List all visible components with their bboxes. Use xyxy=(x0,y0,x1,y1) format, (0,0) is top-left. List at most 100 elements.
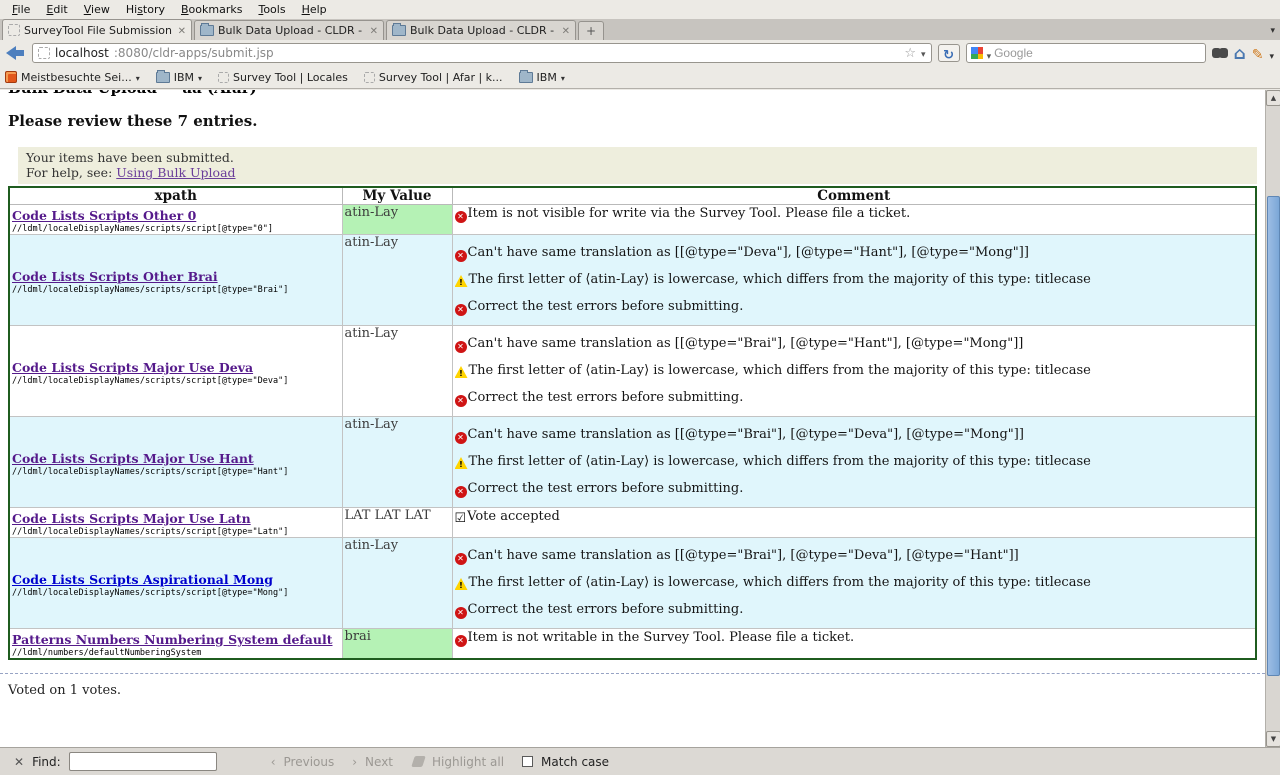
highlight-all-button[interactable]: Highlight all xyxy=(432,755,504,769)
xpath-link[interactable]: Code Lists Scripts Other Brai xyxy=(12,269,218,284)
tab-title: Bulk Data Upload - CLDR - Un... xyxy=(410,24,558,37)
url-host: localhost xyxy=(55,46,109,60)
tab-list-chevron-icon[interactable]: ▾ xyxy=(1270,26,1275,36)
binoculars-icon[interactable] xyxy=(1212,48,1228,58)
check-icon xyxy=(455,513,467,525)
highlighter-icon xyxy=(411,756,426,767)
comment-text: Can't have same translation as [[@type="… xyxy=(468,336,1024,351)
bookmarks-bar: Meistbesuchte Sei... IBM Survey Tool | Loc… xyxy=(0,66,1280,89)
comment-cell: Can't have same translation as [[@type="… xyxy=(452,326,1256,417)
xpath-path: //ldml/numbers/defaultNumberingSystem xyxy=(12,648,340,658)
tab-title: Bulk Data Upload - CLDR - Un... xyxy=(218,24,366,37)
menu-edit[interactable]: Edit xyxy=(38,0,75,19)
grid-icon xyxy=(5,71,17,83)
table-row: Code Lists Scripts Major Use Latn//ldml/… xyxy=(9,508,1256,538)
comment-line: Item is not writable in the Survey Tool.… xyxy=(455,629,1254,647)
bookmark-item-3[interactable]: Survey Tool | Locales xyxy=(218,71,348,84)
tab-close-icon[interactable] xyxy=(178,24,186,37)
comment-text: The first letter of ⟨atin-Lay⟩ is lowerc… xyxy=(469,575,1091,590)
bookmark-item-5[interactable]: IBM xyxy=(519,71,565,84)
clipped-heading: Bulk Data Upload — aa (Afar) xyxy=(8,90,1265,97)
url-path: :8080/cldr-apps/submit.jsp xyxy=(114,46,274,60)
toolbar-overflow-chevron-icon[interactable] xyxy=(1269,44,1274,63)
feed-icon[interactable] xyxy=(1252,44,1264,63)
menu-history[interactable]: History xyxy=(118,0,173,19)
bookmark-item-2[interactable]: IBM xyxy=(156,71,202,84)
xpath-cell: Code Lists Scripts Aspirational Mong//ld… xyxy=(9,538,342,629)
menu-file[interactable]: File xyxy=(4,0,38,19)
tab-favicon-page-icon xyxy=(392,25,406,36)
xpath-path: //ldml/localeDisplayNames/scripts/script… xyxy=(12,527,340,537)
menu-tools[interactable]: Tools xyxy=(250,0,293,19)
tab-3[interactable]: Bulk Data Upload - CLDR - Un... xyxy=(386,20,576,40)
comment-cell: Can't have same translation as [[@type="… xyxy=(452,235,1256,326)
table-row: Code Lists Scripts Other 0//ldml/localeD… xyxy=(9,205,1256,235)
xpath-cell: Code Lists Scripts Major Use Hant//ldml/… xyxy=(9,417,342,508)
xpath-link[interactable]: Code Lists Scripts Other 0 xyxy=(12,208,196,223)
page-favicon xyxy=(38,47,50,59)
next-chevron-icon: › xyxy=(352,755,357,769)
comment-line: Correct the test errors before submittin… xyxy=(455,298,1254,316)
vertical-scrollbar[interactable]: ▲ ▼ xyxy=(1265,90,1280,747)
scrollbar-thumb[interactable] xyxy=(1267,196,1280,676)
bookmark-label: Survey Tool | Afar | k... xyxy=(379,71,503,84)
find-next-button[interactable]: Next xyxy=(365,755,393,769)
notice-line2: For help, see: Using Bulk Upload xyxy=(26,165,1249,180)
bookmark-star-icon[interactable] xyxy=(904,46,916,61)
dashed-icon xyxy=(364,72,375,83)
using-bulk-upload-link[interactable]: Using Bulk Upload xyxy=(116,165,235,180)
back-button[interactable] xyxy=(6,46,26,60)
new-tab-button[interactable]: + xyxy=(578,21,604,40)
column-header-my-value: My Value xyxy=(342,187,452,205)
comment-line: The first letter of ⟨atin-Lay⟩ is lowerc… xyxy=(455,453,1254,471)
find-close-icon[interactable] xyxy=(14,755,24,769)
table-row: Code Lists Scripts Major Use Deva//ldml/… xyxy=(9,326,1256,417)
scroll-down-icon[interactable]: ▼ xyxy=(1266,731,1280,747)
reload-button[interactable] xyxy=(938,44,960,62)
xpath-cell: Code Lists Scripts Other 0//ldml/localeD… xyxy=(9,205,342,235)
table-row: Code Lists Scripts Other Brai//ldml/loca… xyxy=(9,235,1256,326)
xpath-link[interactable]: Code Lists Scripts Major Use Latn xyxy=(12,511,251,526)
my-value-cell: atin-Lay xyxy=(342,326,452,417)
tab-2[interactable]: Bulk Data Upload - CLDR - Un... xyxy=(194,20,384,40)
urlbar-dropdown-icon[interactable] xyxy=(921,46,926,60)
xpath-link[interactable]: Code Lists Scripts Major Use Hant xyxy=(12,451,254,466)
column-header-comment: Comment xyxy=(452,187,1256,205)
xpath-link[interactable]: Patterns Numbers Numbering System defaul… xyxy=(12,632,333,647)
xpath-path: //ldml/localeDisplayNames/scripts/script… xyxy=(12,467,340,477)
tab-favicon-placeholder xyxy=(8,24,20,36)
url-bar[interactable]: localhost :8080/cldr-apps/submit.jsp xyxy=(32,43,932,63)
table-row: Code Lists Scripts Major Use Hant//ldml/… xyxy=(9,417,1256,508)
menu-help[interactable]: Help xyxy=(294,0,335,19)
comment-line: The first letter of ⟨atin-Lay⟩ is lowerc… xyxy=(455,574,1254,592)
comment-line: Item is not visible for write via the Su… xyxy=(455,205,1254,223)
find-label: Find: xyxy=(32,755,61,769)
folder-icon xyxy=(519,72,533,83)
comment-text: The first letter of ⟨atin-Lay⟩ is lowerc… xyxy=(469,363,1091,378)
bookmark-label: Survey Tool | Locales xyxy=(233,71,348,84)
page-title: Please review these 7 entries. xyxy=(8,112,1265,130)
find-previous-button[interactable]: Previous xyxy=(284,755,335,769)
tab-1[interactable]: SurveyTool File Submission | ... xyxy=(2,19,192,40)
tab-title: SurveyTool File Submission | ... xyxy=(24,24,174,37)
comment-text: Correct the test errors before submittin… xyxy=(468,602,744,617)
comment-text: Item is not writable in the Survey Tool.… xyxy=(468,630,855,645)
search-box[interactable] xyxy=(966,43,1206,63)
menu-view[interactable]: View xyxy=(76,0,118,19)
my-value-cell: atin-Lay xyxy=(342,235,452,326)
xpath-link[interactable]: Code Lists Scripts Aspirational Mong xyxy=(12,572,273,587)
chevron-down-icon xyxy=(561,71,565,84)
bookmark-item-4[interactable]: Survey Tool | Afar | k... xyxy=(364,71,503,84)
tab-close-icon[interactable] xyxy=(370,24,378,37)
tab-close-icon[interactable] xyxy=(562,24,570,37)
find-input[interactable] xyxy=(69,752,217,771)
search-engine-dropdown-icon[interactable] xyxy=(987,44,992,63)
home-icon[interactable] xyxy=(1234,44,1246,63)
match-case-checkbox[interactable] xyxy=(522,756,533,767)
comment-text: Item is not visible for write via the Su… xyxy=(468,206,911,221)
xpath-link[interactable]: Code Lists Scripts Major Use Deva xyxy=(12,360,253,375)
scroll-up-icon[interactable]: ▲ xyxy=(1266,90,1280,106)
search-input[interactable] xyxy=(994,46,1200,60)
menu-bookmarks[interactable]: Bookmarks xyxy=(173,0,250,19)
bookmark-item-1[interactable]: Meistbesuchte Sei... xyxy=(5,71,140,84)
